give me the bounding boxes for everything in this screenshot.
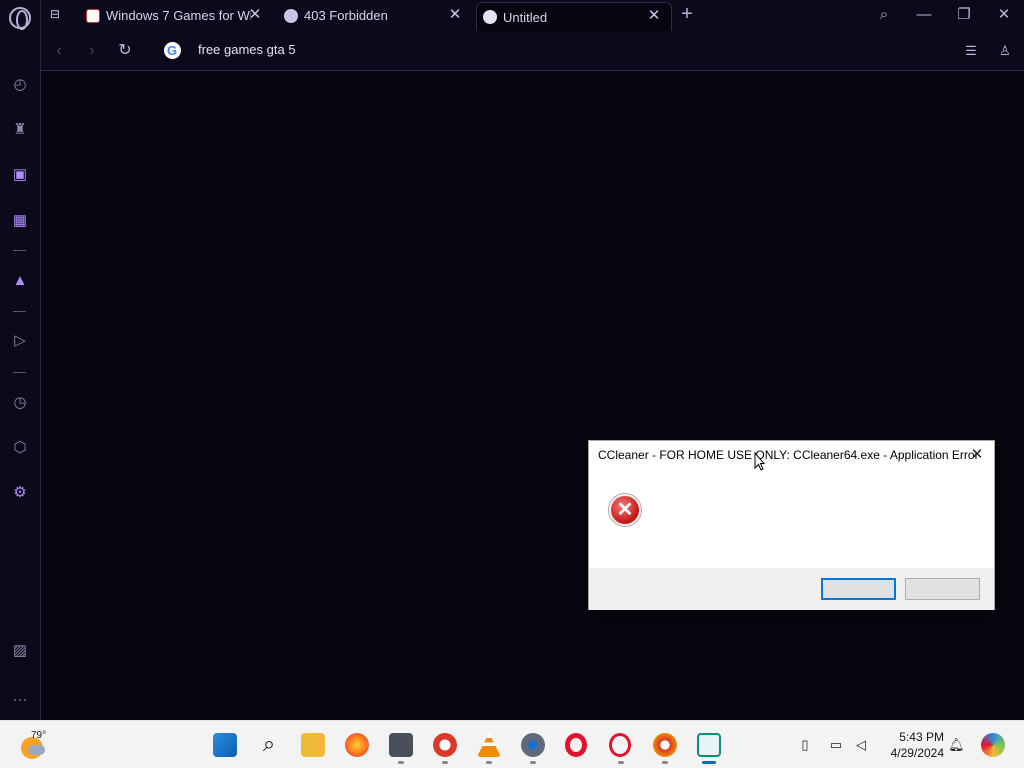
copilot-icon[interactable] (981, 733, 1005, 757)
close-window-button[interactable]: ✕ (992, 4, 1016, 26)
dialog-footer (589, 568, 994, 610)
ccleaner-icon[interactable] (433, 733, 457, 757)
ccleaner-browser-icon[interactable] (653, 733, 677, 757)
notification-bell-icon[interactable]: 🔔︎ (948, 737, 965, 753)
start-icon[interactable] (213, 733, 237, 757)
search-tabs-icon[interactable]: ⌕ (872, 4, 896, 26)
network-icon[interactable]: ▭ (828, 737, 844, 753)
back-button[interactable]: ‹ (48, 40, 70, 62)
cleaner-icon[interactable]: ♜ (9, 119, 31, 141)
tab-strip: ⊟ Windows 7 Games for Win ✕ 403 Forbidde… (0, 0, 1024, 31)
sidebar-divider (13, 250, 26, 251)
google-icon (164, 42, 181, 59)
forward-button[interactable]: › (81, 40, 103, 62)
history-icon[interactable]: ◷ (9, 392, 31, 414)
taskbar: 79° ⌕ ▯ ▭ ◁ 5:43 PM 4/29/2024 🔔︎ (0, 720, 1024, 768)
twitch-icon[interactable]: ▣ (9, 164, 31, 186)
tab-title: 403 Forbidden (304, 8, 388, 23)
gamepad-icon[interactable]: ⊟ (50, 7, 68, 23)
settings-icon[interactable] (521, 733, 545, 757)
active-indicator (702, 761, 716, 764)
opera-gx-icon[interactable] (609, 733, 631, 757)
browser-sidebar: ◴ ♜ ▣ ▦ ▲ ▷ ◷ ⬡ ⚙ ▨ ··· (0, 0, 41, 720)
running-indicator (442, 761, 448, 764)
new-tab-button[interactable]: + (677, 4, 697, 24)
address-bar-row: ‹ › ↻ free games gta 5 ☰ ♙ (41, 31, 1024, 71)
search-icon[interactable]: ⌕ (257, 733, 281, 757)
globe-icon (483, 10, 497, 24)
calculator-icon[interactable] (389, 733, 413, 757)
tray-overflow-icon[interactable]: ▯ (797, 737, 813, 753)
sidebar-divider (13, 311, 26, 312)
dialog-close-button[interactable]: ✕ (968, 446, 986, 464)
clock-time: 5:43 PM (899, 730, 944, 744)
clock[interactable]: 5:43 PM 4/29/2024 (880, 729, 944, 761)
mouse-cursor-icon (754, 452, 765, 471)
application-error-dialog: CCleaner - FOR HOME USE ONLY: CCleaner64… (588, 440, 995, 610)
running-indicator (662, 761, 668, 764)
address-field[interactable]: free games gta 5 (198, 42, 296, 57)
opera-menu-icon[interactable] (9, 7, 31, 30)
vlc-icon[interactable] (477, 733, 501, 757)
easy-setup-icon[interactable]: ☰ (961, 41, 981, 61)
dialog-title: CCleaner - FOR HOME USE ONLY: CCleaner64… (598, 448, 979, 462)
tab-403-forbidden[interactable]: 403 Forbidden ✕ (278, 2, 472, 29)
minimize-button[interactable]: — (912, 4, 936, 26)
sidebar-divider (13, 372, 26, 373)
clock-date: 4/29/2024 (890, 746, 944, 760)
error-icon: ✕ (609, 494, 641, 526)
more-icon[interactable]: ··· (9, 689, 31, 711)
tab-title: Untitled (503, 9, 548, 25)
cards-favicon-icon (86, 8, 100, 23)
volume-muted-icon[interactable]: ◁ (853, 737, 869, 753)
settings-gear-icon[interactable]: ⚙ (9, 482, 31, 504)
firefox-icon[interactable] (345, 733, 369, 757)
globe-icon (284, 8, 298, 23)
close-tab-icon[interactable]: ✕ (645, 7, 663, 25)
profile-icon[interactable]: ♙ (995, 41, 1015, 61)
tab-untitled[interactable]: Untitled ✕ (476, 2, 672, 31)
file-explorer-icon[interactable] (301, 733, 325, 757)
close-tab-icon[interactable]: ✕ (246, 6, 264, 24)
tab-title: Windows 7 Games for Win (106, 8, 251, 23)
cpu-limiter-icon[interactable]: ▦ (9, 210, 31, 232)
speedometer-icon[interactable]: ◴ (9, 74, 31, 96)
ok-button[interactable] (821, 578, 896, 600)
running-indicator (530, 761, 536, 764)
opera-icon[interactable] (565, 733, 587, 757)
running-indicator (398, 761, 404, 764)
player-icon[interactable]: ▷ (9, 330, 31, 352)
running-indicator (618, 761, 624, 764)
running-indicator (486, 761, 492, 764)
aria-icon[interactable]: ▲ (9, 270, 31, 292)
close-tab-icon[interactable]: ✕ (446, 6, 464, 24)
temperature: 79° (31, 730, 47, 741)
cancel-button[interactable] (905, 578, 980, 600)
restore-button[interactable]: ❐ (952, 4, 976, 26)
screen: ⊟ Windows 7 Games for Win ✕ 403 Forbidde… (0, 0, 1024, 768)
reload-button[interactable]: ↻ (114, 40, 136, 62)
gallery-icon[interactable]: ▨ (9, 640, 31, 662)
app-window-icon[interactable] (697, 733, 721, 757)
extensions-icon[interactable]: ⬡ (9, 437, 31, 459)
tab-windows7games[interactable]: Windows 7 Games for Win ✕ (80, 2, 272, 29)
